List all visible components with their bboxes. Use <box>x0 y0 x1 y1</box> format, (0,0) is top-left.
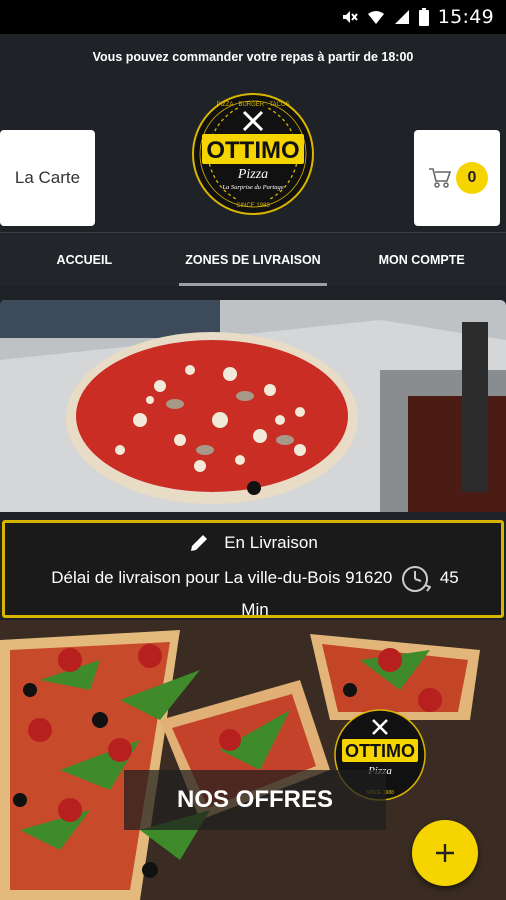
signal-icon <box>394 10 409 24</box>
delivery-title-row: En Livraison <box>5 532 501 554</box>
clock-icon <box>402 565 432 592</box>
delivery-delay-line: Délai de livraison pour La ville-du-Bois… <box>51 568 393 587</box>
pencil-icon <box>191 535 208 551</box>
delivery-delay-text: Délai de livraison pour La ville-du-Bois… <box>25 562 485 626</box>
status-bar: 15:49 <box>0 0 506 34</box>
battery-icon <box>418 8 429 26</box>
status-time: 15:49 <box>437 6 494 28</box>
logo-ring-top: PIZZA · BURGER · TACOS <box>216 102 289 108</box>
delivery-time-unit: Min <box>241 600 269 619</box>
delivery-title: En Livraison <box>224 533 318 552</box>
nav-tabs: ACCUEIL ZONES DE LIVRAISON MON COMPTE <box>0 232 506 286</box>
logo-tagline: La Surprise du Partage <box>221 184 283 191</box>
logo-sub: Pizza <box>237 167 268 182</box>
delivery-time-value: 45 <box>439 568 459 587</box>
logo-name: OTTIMO <box>206 137 299 164</box>
offers-label[interactable]: NOS OFFRES <box>124 770 386 830</box>
add-fab-button[interactable] <box>412 820 478 886</box>
opening-notice: Vous pouvez commander votre repas à part… <box>92 50 414 64</box>
plus-icon <box>436 844 454 862</box>
wifi-icon <box>367 11 384 24</box>
menu-button[interactable]: La Carte <box>0 130 95 226</box>
cart-button[interactable]: 0 <box>414 130 500 226</box>
cart-count-badge: 0 <box>456 162 488 194</box>
delivery-info-box: En Livraison Délai de livraison pour La … <box>2 520 504 619</box>
mute-icon <box>342 11 358 23</box>
logo-since: SINCE 1988 <box>236 203 270 209</box>
hero-pizza-image <box>0 300 506 512</box>
menu-button-label: La Carte <box>14 168 81 187</box>
cart-icon <box>429 168 452 188</box>
ottimo-logo: PIZZA · BURGER · TACOS OTTIMO Pizza La S… <box>192 93 314 215</box>
tab-zones-de-livraison[interactable]: ZONES DE LIVRAISON <box>169 233 338 286</box>
tab-mon-compte[interactable]: MON COMPTE <box>337 233 506 286</box>
tab-accueil[interactable]: ACCUEIL <box>0 233 169 286</box>
small-logo-name: OTTIMO <box>345 741 415 761</box>
